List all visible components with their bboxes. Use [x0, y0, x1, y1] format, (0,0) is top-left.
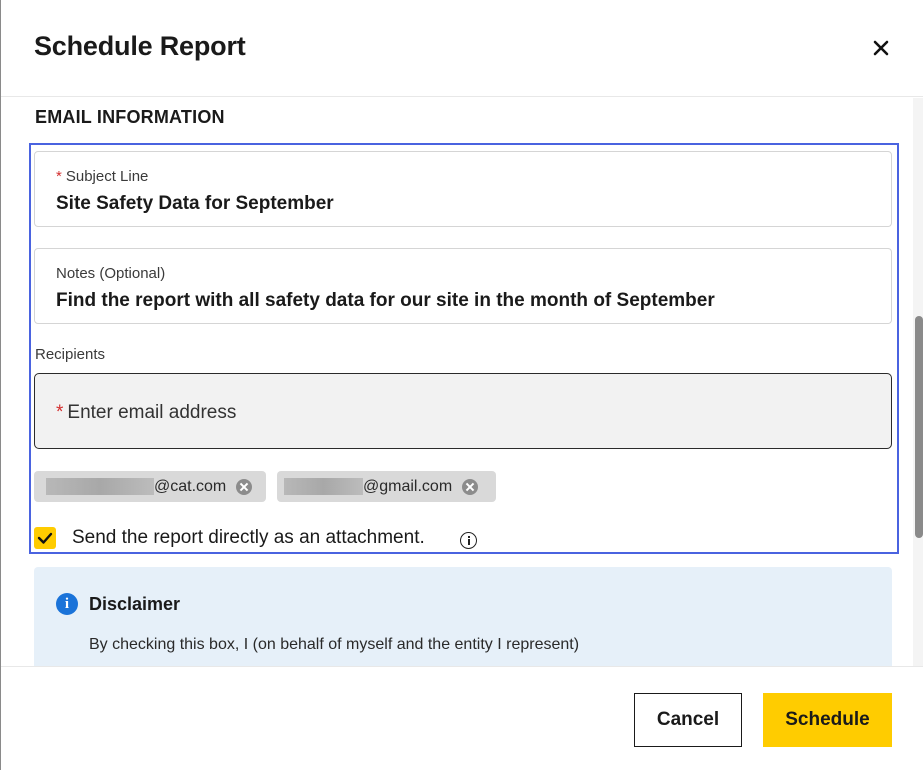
- info-icon[interactable]: [460, 532, 477, 549]
- required-marker: *: [56, 402, 64, 423]
- disclaimer-text: By checking this box, I (on behalf of my…: [89, 636, 580, 653]
- scrollbar[interactable]: [913, 98, 923, 666]
- scrollbar-thumb[interactable]: [915, 316, 923, 538]
- info-filled-icon: i: [56, 593, 78, 615]
- redacted-email-user: [46, 478, 154, 495]
- recipient-domain: @gmail.com: [363, 477, 453, 495]
- remove-chip-icon[interactable]: [462, 478, 479, 495]
- disclaimer-title: Disclaimer: [89, 594, 181, 614]
- remove-chip-icon[interactable]: [236, 478, 253, 495]
- email-placeholder: * Enter email address: [56, 402, 237, 423]
- subject-line-field[interactable]: * Subject Line Site Safety Data for Septe…: [34, 151, 892, 227]
- checkmark-icon: [37, 532, 53, 544]
- dialog-footer: Cancel Schedule: [1, 666, 923, 770]
- cancel-button[interactable]: Cancel: [634, 693, 742, 747]
- notes-label: Notes (Optional): [56, 265, 166, 282]
- recipients-label: Recipients: [35, 346, 106, 363]
- dialog-header: Schedule Report: [1, 0, 923, 97]
- required-marker: *: [56, 168, 62, 185]
- redacted-email-user: [284, 478, 363, 495]
- recipient-chip: @gmail.com: [277, 471, 496, 502]
- section-title: EMAIL INFORMATION: [35, 107, 225, 127]
- close-icon: [873, 40, 889, 56]
- schedule-button[interactable]: Schedule: [763, 693, 892, 747]
- schedule-report-dialog: Schedule Report EMAIL INFORMATION * Subje…: [0, 0, 923, 770]
- attachment-checkbox[interactable]: [34, 527, 56, 549]
- notes-value: Find the report with all safety data for…: [56, 290, 715, 311]
- recipient-chip: @cat.com: [34, 471, 266, 502]
- disclaimer-panel: i Disclaimer By checking this box, I (on…: [34, 567, 892, 666]
- email-address-input[interactable]: * Enter email address: [34, 373, 892, 449]
- close-button[interactable]: [867, 34, 895, 62]
- subject-line-label: * Subject Line: [56, 168, 149, 185]
- attachment-label: Send the report directly as an attachmen…: [72, 527, 425, 548]
- notes-field[interactable]: Notes (Optional) Find the report with al…: [34, 248, 892, 324]
- dialog-title: Schedule Report: [34, 31, 246, 61]
- subject-line-value: Site Safety Data for September: [56, 193, 334, 214]
- dialog-body[interactable]: EMAIL INFORMATION * Subject Line Site Saf…: [1, 98, 913, 666]
- recipient-domain: @cat.com: [154, 477, 227, 495]
